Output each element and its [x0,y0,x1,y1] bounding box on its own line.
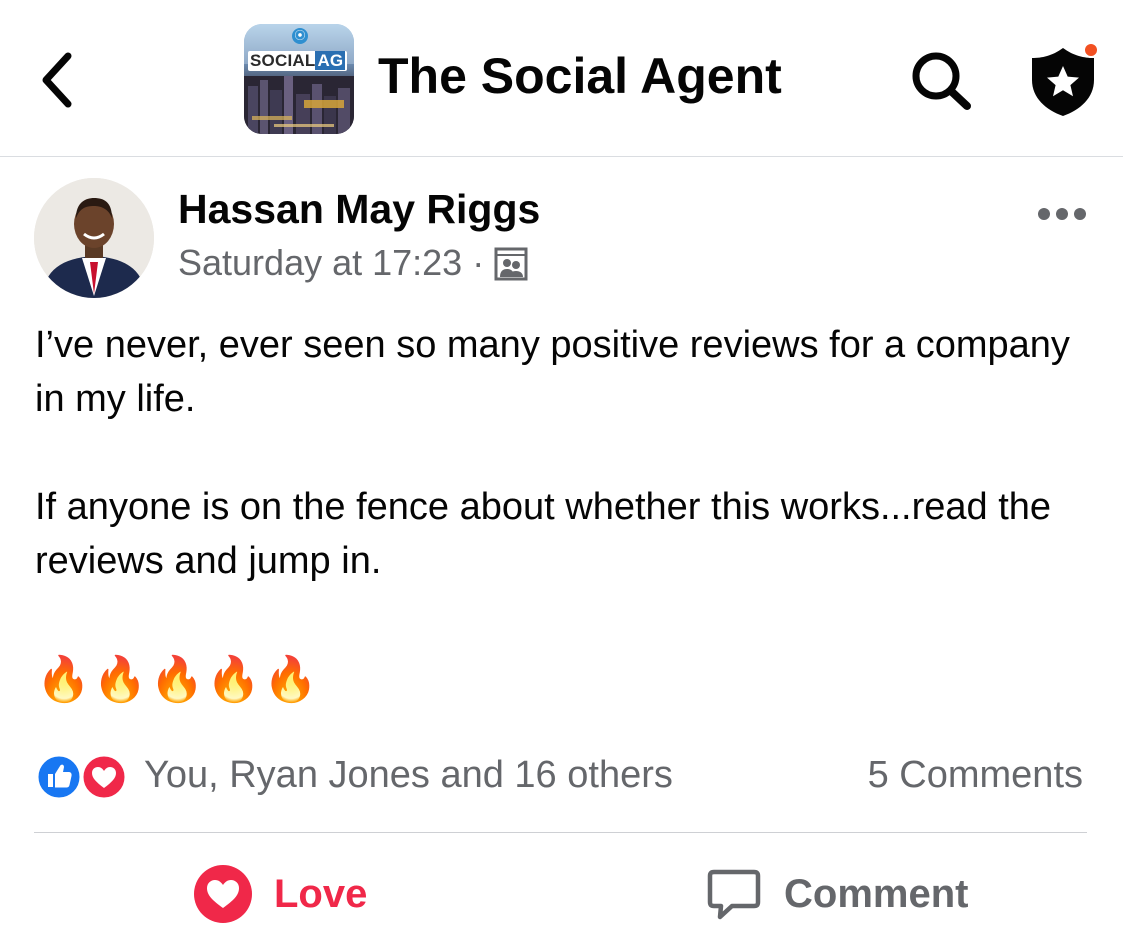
like-reaction-icon [35,753,83,801]
header-divider [0,156,1123,157]
post-timestamp[interactable]: Saturday at 17:23 [178,242,462,283]
post-paragraph: I’ve never, ever seen so many positive r… [35,324,1070,420]
actions-divider [34,832,1087,833]
post-paragraph: If anyone is on the fence about whether … [35,486,1052,582]
love-button[interactable]: Love [192,862,367,926]
love-label: Love [274,872,368,916]
fire-emoji-row: 🔥🔥🔥🔥🔥 [36,655,320,704]
author-name[interactable]: Hassan May Riggs [178,184,540,234]
more-horizontal-icon [1038,208,1086,220]
search-icon [912,52,971,110]
love-icon [194,865,252,923]
comment-label: Comment [784,872,969,916]
comment-bubble-icon [707,869,761,920]
group-title[interactable]: The Social Agent [378,45,782,107]
group-logo-label: SOCIAL AG [248,51,348,71]
notification-dot [1083,42,1099,58]
city-skyline-image [244,76,354,134]
post-text: I’ve never, ever seen so many positive r… [35,318,1095,588]
post-options-button[interactable] [1034,200,1094,228]
author-avatar[interactable] [34,178,154,298]
back-button[interactable] [36,50,80,110]
comment-button[interactable]: Comment [706,862,968,926]
post-meta: Saturday at 17:23 · [178,240,528,286]
admin-tools-button[interactable] [1028,42,1102,118]
love-reaction-icon [80,753,128,801]
chevron-left-icon [42,52,72,108]
shield-star-icon [1032,42,1099,116]
group-members-icon[interactable] [494,246,528,281]
group-cover-thumbnail[interactable]: ⦿ SOCIAL AG [244,24,354,134]
search-button[interactable] [910,50,974,112]
reactions-summary[interactable]: You, Ryan Jones and 16 others [144,752,673,798]
meta-separator: · [472,242,485,283]
reaction-icons[interactable] [34,752,132,802]
map-pin-icon: ⦿ [292,28,308,44]
comments-count[interactable]: 5 Comments [868,752,1083,798]
